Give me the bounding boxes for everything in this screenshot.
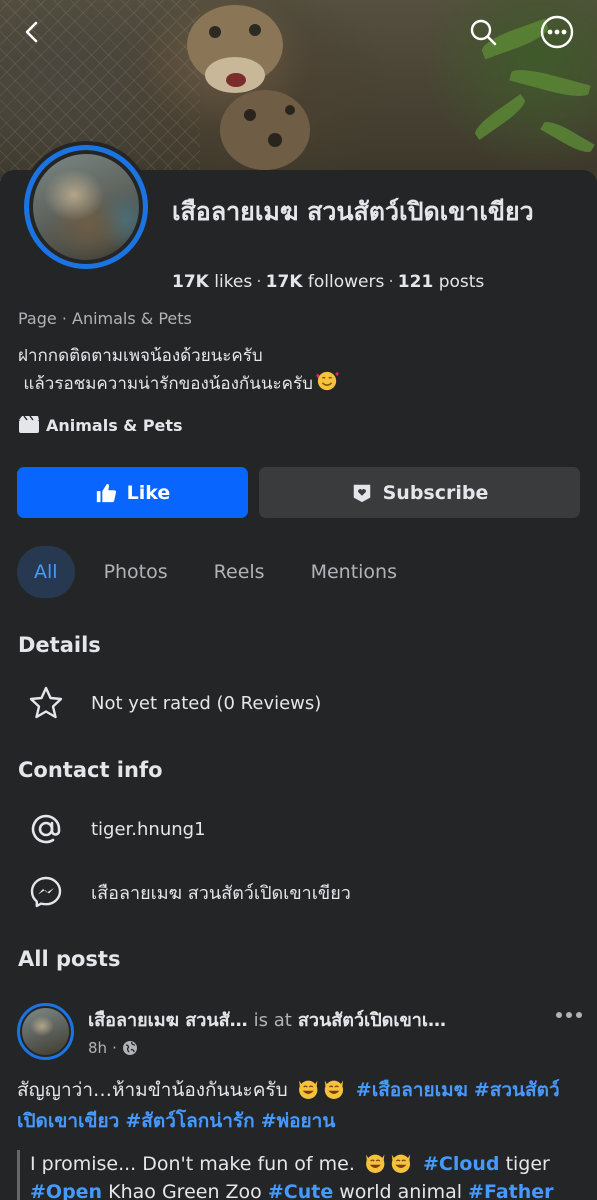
page-category-line: Page · Animals & Pets [18, 309, 192, 328]
post-text: สัญญาว่า…ห้ามขำน้องกันนะครับ [17, 1079, 288, 1101]
quote-text: world animal [339, 1181, 462, 1200]
hashtag[interactable]: #เสือลายเมฆ [356, 1079, 468, 1101]
category-label: Animals & Pets [46, 415, 183, 435]
subscribe-button[interactable]: Subscribe [259, 467, 580, 518]
messenger-name: เสือลายเมฆ สวนสัตว์เปิดเขาเขียว [91, 882, 351, 904]
star-icon-wrap [27, 684, 65, 722]
more-icon [540, 15, 574, 49]
followers-count[interactable]: 17K [266, 272, 303, 292]
category-row[interactable]: Animals & Pets [18, 415, 183, 435]
messenger-icon [30, 876, 62, 908]
like-label: Like [126, 481, 171, 504]
globe-icon [122, 1041, 137, 1055]
smiling-face-with-hearts-icon [315, 371, 339, 391]
separator-dot: · [388, 272, 394, 292]
tab-photos[interactable]: Photos [87, 546, 185, 598]
quote-text: tiger [505, 1153, 550, 1175]
post-is-at: is at [253, 1010, 292, 1031]
search-button[interactable] [463, 12, 503, 52]
like-button[interactable]: Like [17, 467, 248, 518]
hashtag[interactable]: #Father [468, 1181, 553, 1200]
rating-row[interactable]: Not yet rated (0 Reviews) [27, 684, 321, 722]
post-time[interactable]: 8h [88, 1039, 107, 1057]
rating-text: Not yet rated (0 Reviews) [91, 692, 322, 714]
clapperboard-icon [19, 415, 39, 433]
back-button[interactable] [13, 12, 53, 52]
hashtag[interactable]: #สัตว์โลกน่ารัก [125, 1110, 254, 1132]
page-bio: ฝากกดติดตามเพจน้องด้วยนะครับ แล้วรอชมควา… [18, 342, 341, 398]
posts-heading: All posts [18, 947, 121, 971]
tab-mentions[interactable]: Mentions [294, 546, 414, 598]
post-location[interactable]: สวนสัตว์เปิดเขาเ… [298, 1010, 446, 1031]
post-header: เสือลายเมฆ สวนสั… is at สวนสัตว์เปิดเขาเ… [88, 1005, 508, 1034]
avatar-border [29, 150, 143, 264]
likes-label: likes [214, 272, 253, 292]
translated-text: I promise... Don't make fun of me. #Clou… [17, 1150, 587, 1200]
bio-text: ฝากกดติดตามเพจน้องด้วยนะครับ แล้วรอชมควา… [18, 346, 313, 394]
hashtag[interactable]: #Cloud [423, 1153, 500, 1175]
quote-text: Khao Green Zoo [108, 1181, 262, 1200]
contact-heading: Contact info [18, 758, 163, 782]
messenger-row[interactable]: เสือลายเมฆ สวนสัตว์เปิดเขาเขียว [27, 873, 351, 911]
grinning-cat-icon [298, 1080, 343, 1099]
post-author-avatar[interactable] [17, 1003, 74, 1060]
hashtag[interactable]: #Open [30, 1181, 102, 1200]
profile-avatar[interactable] [24, 145, 148, 269]
post-author[interactable]: เสือลายเมฆ สวนสั… [88, 1010, 248, 1031]
instagram-row[interactable]: tiger.hnung1 [27, 810, 206, 848]
subscribe-icon [353, 484, 370, 502]
star-icon [29, 686, 63, 719]
page-title: เสือลายเมฆ สวนสัตว์เปิดเขาเขียว [172, 197, 534, 226]
back-arrow-icon [25, 21, 38, 43]
instagram-handle: tiger.hnung1 [91, 818, 206, 840]
at-icon-wrap [27, 810, 65, 848]
separator-dot: · [112, 1039, 117, 1057]
hashtag[interactable]: #Cute [268, 1181, 333, 1200]
post-meta: 8h · [88, 1039, 138, 1057]
quote-text: I promise... Don't make fun of me. [30, 1153, 355, 1175]
more-dots-icon [556, 1012, 582, 1018]
thumbs-up-icon [96, 483, 116, 502]
posts-label: posts [438, 272, 485, 292]
cover-leopard-shape [187, 5, 310, 170]
separator-dot: · [256, 272, 262, 292]
posts-count[interactable]: 121 [398, 272, 434, 292]
cover-leaf [540, 117, 595, 157]
tab-all[interactable]: All [17, 546, 75, 598]
likes-count[interactable]: 17K [172, 272, 209, 292]
post-more-button[interactable] [552, 1000, 586, 1030]
search-icon [470, 19, 497, 46]
hashtag[interactable]: #พ่อยาน [261, 1110, 336, 1132]
cover-leaf [471, 94, 529, 140]
more-options-button[interactable] [537, 12, 577, 52]
profile-tabs: All Photos Reels Mentions [17, 546, 426, 598]
at-sign-icon [31, 814, 61, 844]
followers-label: followers [307, 272, 385, 292]
grinning-cat-icon [366, 1154, 411, 1173]
messenger-icon-wrap [27, 873, 65, 911]
tab-reels[interactable]: Reels [197, 546, 282, 598]
post-body: สัญญาว่า…ห้ามขำน้องกันนะครับ #เสือลายเมฆ… [17, 1075, 587, 1137]
subscribe-label: Subscribe [382, 481, 489, 504]
details-heading: Details [18, 633, 101, 657]
page-stats: 17K likes · 17K followers · 121 posts [172, 272, 484, 292]
post-avatar-image [22, 1008, 69, 1055]
